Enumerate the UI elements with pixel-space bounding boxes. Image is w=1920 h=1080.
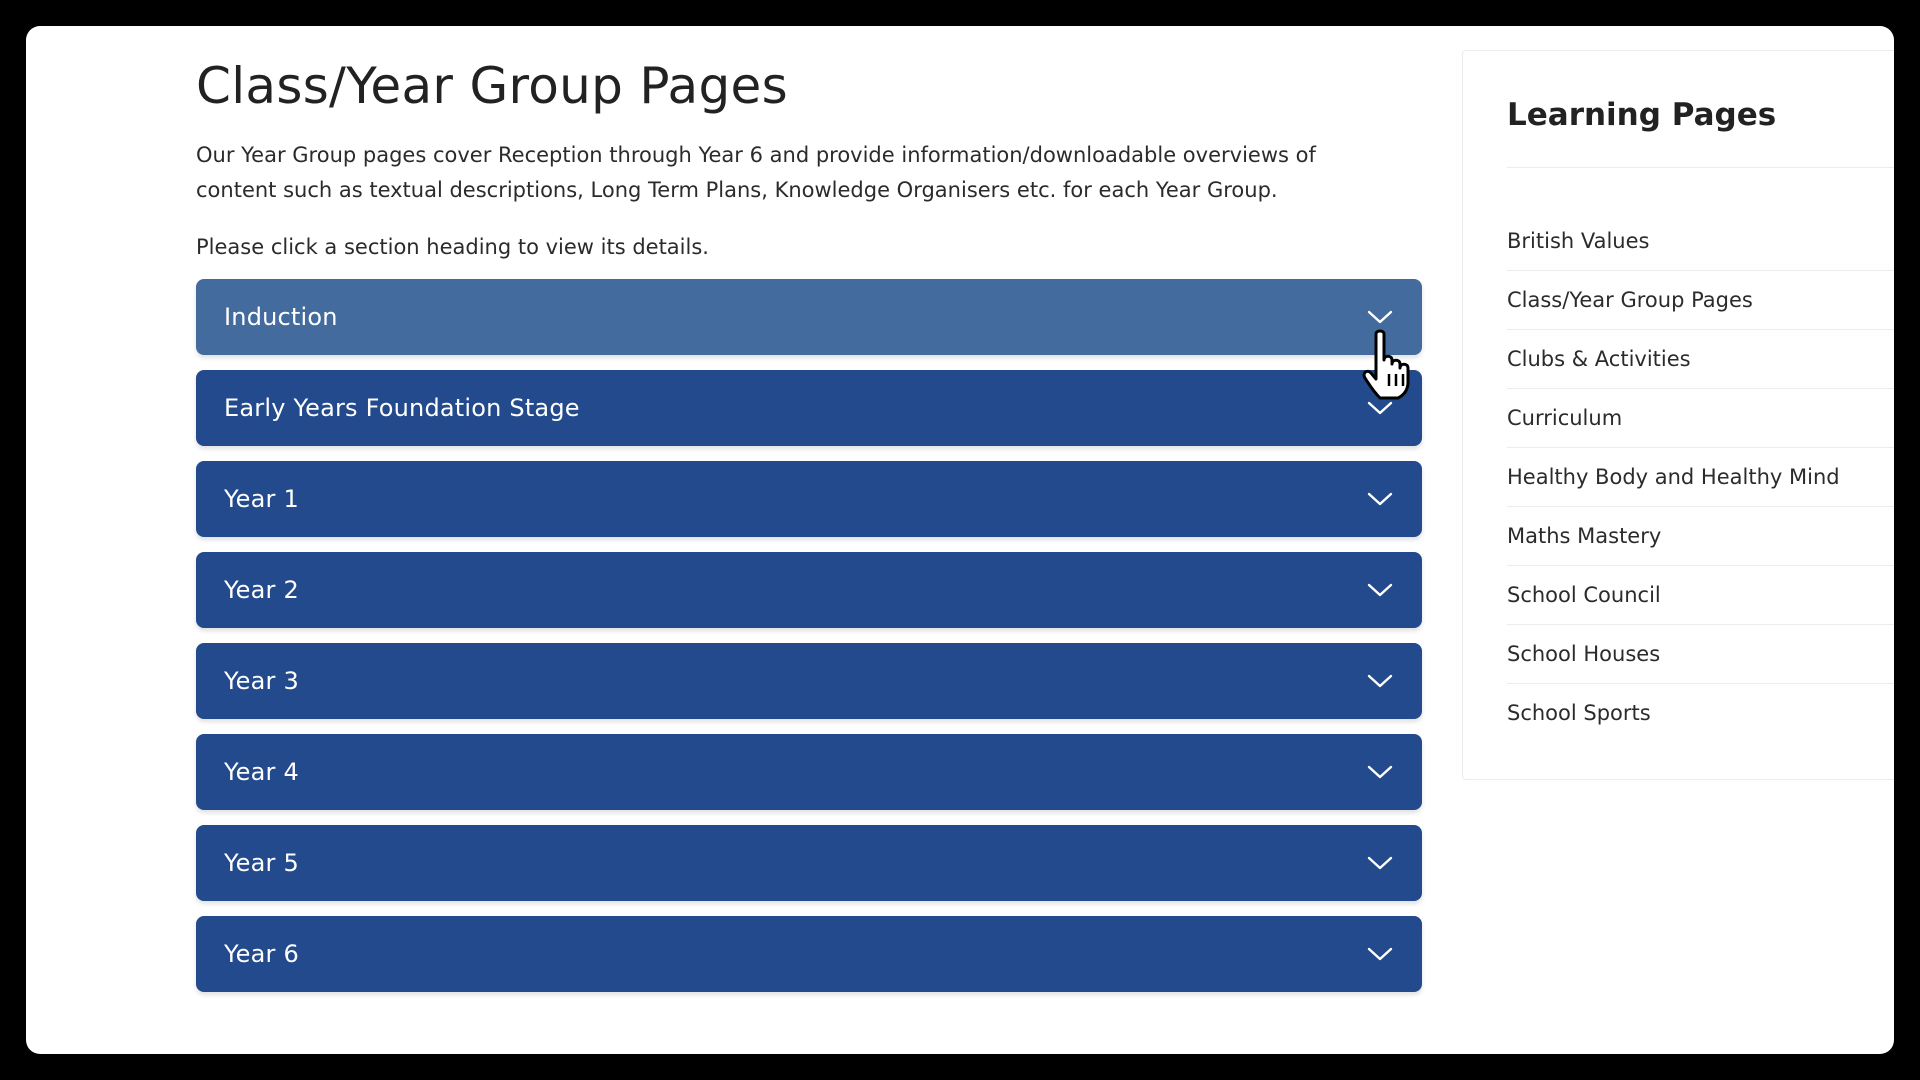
sidebar-item-clubs-activities[interactable]: Clubs & Activities: [1507, 330, 1894, 389]
sidebar-item-curriculum[interactable]: Curriculum: [1507, 389, 1894, 448]
accordion-item-year-4[interactable]: Year 4: [196, 734, 1422, 810]
chevron-down-icon: [1367, 401, 1393, 415]
page-title: Class/Year Group Pages: [196, 57, 788, 115]
sidebar-title: Learning Pages: [1507, 97, 1777, 133]
accordion-item-label: Year 5: [224, 849, 299, 877]
accordion-item-label: Year 2: [224, 576, 299, 604]
accordion-item-label: Year 3: [224, 667, 299, 695]
year-group-accordion: Induction Early Years Foundation Stage Y…: [196, 279, 1422, 992]
sidebar-item-school-council[interactable]: School Council: [1507, 566, 1894, 625]
main-content: Class/Year Group Pages Our Year Group pa…: [196, 46, 1422, 1007]
accordion-item-year-2[interactable]: Year 2: [196, 552, 1422, 628]
accordion-item-induction[interactable]: Induction: [196, 279, 1422, 355]
chevron-down-icon: [1367, 856, 1393, 870]
instruction-text: Please click a section heading to view i…: [196, 235, 709, 259]
accordion-item-early-years[interactable]: Early Years Foundation Stage: [196, 370, 1422, 446]
accordion-item-label: Year 4: [224, 758, 299, 786]
sidebar-item-class-year-group-pages[interactable]: Class/Year Group Pages: [1507, 271, 1894, 330]
accordion-item-label: Induction: [224, 303, 338, 331]
learning-pages-sidebar: Learning Pages British Values Class/Year…: [1462, 50, 1894, 780]
sidebar-item-maths-mastery[interactable]: Maths Mastery: [1507, 507, 1894, 566]
sidebar-item-british-values[interactable]: British Values: [1507, 212, 1894, 271]
accordion-item-label: Early Years Foundation Stage: [224, 394, 580, 422]
sidebar-divider: [1507, 167, 1894, 168]
intro-text: Our Year Group pages cover Reception thr…: [196, 143, 1316, 202]
chevron-down-icon: [1367, 310, 1393, 324]
chevron-down-icon: [1367, 947, 1393, 961]
browser-window: Class/Year Group Pages Our Year Group pa…: [26, 26, 1894, 1054]
chevron-down-icon: [1367, 583, 1393, 597]
accordion-item-year-5[interactable]: Year 5: [196, 825, 1422, 901]
accordion-item-year-3[interactable]: Year 3: [196, 643, 1422, 719]
accordion-item-year-6[interactable]: Year 6: [196, 916, 1422, 992]
accordion-item-label: Year 1: [224, 485, 299, 513]
accordion-item-label: Year 6: [224, 940, 299, 968]
sidebar-nav: British Values Class/Year Group Pages Cl…: [1507, 212, 1894, 743]
sidebar-item-healthy-body-mind[interactable]: Healthy Body and Healthy Mind: [1507, 448, 1894, 507]
sidebar-item-school-sports[interactable]: School Sports: [1507, 684, 1894, 743]
sidebar-item-school-houses[interactable]: School Houses: [1507, 625, 1894, 684]
chevron-down-icon: [1367, 765, 1393, 779]
chevron-down-icon: [1367, 492, 1393, 506]
chevron-down-icon: [1367, 674, 1393, 688]
accordion-item-year-1[interactable]: Year 1: [196, 461, 1422, 537]
